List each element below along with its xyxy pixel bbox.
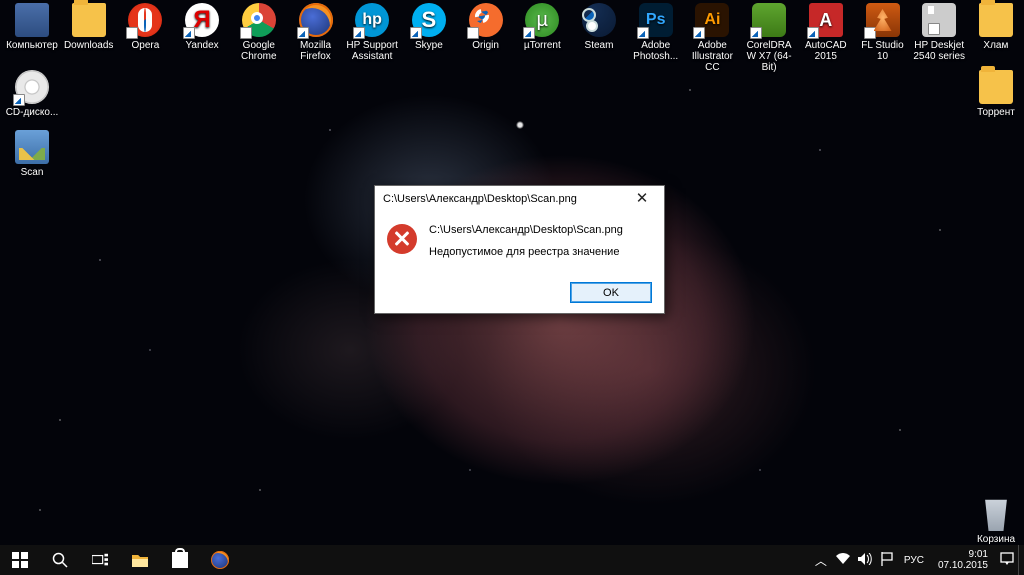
bin-icon	[979, 497, 1013, 531]
acad-icon: A	[809, 3, 843, 37]
taskbar: ︿ РУС 9:01 07.10.2015	[0, 545, 1024, 575]
folder-icon	[979, 3, 1013, 37]
desktop-icon-downloads[interactable]: Downloads	[62, 3, 116, 51]
desktop-icon-label: Компьютер	[5, 40, 59, 51]
desktop-icon-label: Adobe Illustrator CC	[685, 40, 739, 73]
desktop-icon-yandex[interactable]: Я Yandex	[175, 3, 229, 51]
desktop-icon-scan[interactable]: Scan	[5, 130, 59, 178]
desktop-icon-google-chrome[interactable]: Google Chrome	[232, 3, 286, 62]
desktop[interactable]: КомпьютерDownloadsOpera Я YandexGoogle Chr…	[0, 0, 1024, 575]
system-tray: ︿ РУС 9:01 07.10.2015	[810, 545, 1024, 575]
desktop-icon-label: Steam	[572, 40, 626, 51]
desktop-icon-корзина[interactable]: Корзина	[969, 497, 1023, 545]
cd-icon	[15, 70, 49, 104]
desktop-icon-hp-deskjet-2540-series[interactable]: HP Deskjet 2540 series	[912, 3, 966, 62]
desktop-icon-cd-диско-[interactable]: CD-диско...	[5, 70, 59, 118]
dialog-titlebar[interactable]: C:\Users\Александр\Desktop\Scan.png ✕	[375, 186, 664, 212]
desktop-icon-label: Opera	[118, 40, 172, 51]
taskbar-file-explorer[interactable]	[120, 545, 160, 575]
desktop-icon-label: HP Support Assistant	[345, 40, 399, 62]
fl-icon	[866, 3, 900, 37]
taskbar-firefox[interactable]	[200, 545, 240, 575]
desktop-icon-label: HP Deskjet 2540 series	[912, 40, 966, 62]
ut-icon: µ	[525, 3, 559, 37]
yandex-icon: Я	[185, 3, 219, 37]
folder-icon	[979, 70, 1013, 104]
desktop-icon-label: CD-диско...	[5, 107, 59, 118]
desktop-icon-label: Adobe Photosh...	[629, 40, 683, 62]
desktop-icon--torrent[interactable]: µ µTorrent	[515, 3, 569, 51]
tray-volume-icon[interactable]	[854, 553, 876, 568]
desktop-icon-opera[interactable]: Opera	[118, 3, 172, 51]
desktop-icon-adobe-illustrator-cc[interactable]: AiAdobe Illustrator CC	[685, 3, 739, 73]
tray-notifications-icon[interactable]	[996, 552, 1018, 569]
print-icon	[922, 3, 956, 37]
tray-clock[interactable]: 9:01 07.10.2015	[930, 549, 996, 571]
desktop-icon-label: CorelDRAW X7 (64-Bit)	[742, 40, 796, 73]
dialog-ok-button[interactable]: OK	[570, 282, 652, 303]
tray-show-hidden-icon[interactable]: ︿	[810, 552, 832, 569]
desktop-icon-label: Origin	[459, 40, 513, 51]
desktop-icon-label: Scan	[5, 167, 59, 178]
desktop-icon-компьютер[interactable]: Компьютер	[5, 3, 59, 51]
desktop-icon-skype[interactable]: S Skype	[402, 3, 456, 51]
desktop-icon-торрент[interactable]: Торрент	[969, 70, 1023, 118]
desktop-icon-label: Yandex	[175, 40, 229, 51]
desktop-icon-label: Mozilla Firefox	[289, 40, 343, 62]
taskbar-store[interactable]	[160, 545, 200, 575]
desktop-icon-label: Хлам	[969, 40, 1023, 51]
ff-icon	[299, 3, 333, 37]
task-view-button[interactable]	[80, 545, 120, 575]
origin-icon	[469, 3, 503, 37]
desktop-icon-label: AutoCAD 2015	[799, 40, 853, 62]
cdr-icon	[752, 3, 786, 37]
ai-icon: Ai	[695, 3, 729, 37]
tray-time: 9:01	[938, 549, 988, 560]
folder-icon	[72, 3, 106, 37]
dialog-message: C:\Users\Александр\Desktop\Scan.png Недо…	[429, 222, 652, 260]
desktop-icon-coreldraw-x7-64-bit-[interactable]: CorelDRAW X7 (64-Bit)	[742, 3, 796, 73]
dialog-close-button[interactable]: ✕	[622, 187, 662, 211]
start-button[interactable]	[0, 545, 40, 575]
tray-date: 07.10.2015	[938, 560, 988, 571]
dialog-message-line2: Недопустимое для реестра значение	[429, 244, 652, 260]
chrome-icon	[242, 3, 276, 37]
show-desktop-button[interactable]	[1018, 545, 1024, 575]
desktop-icon-steam[interactable]: Steam	[572, 3, 626, 51]
steam-icon	[582, 3, 616, 37]
desktop-icon-adobe-photosh-[interactable]: Ps Adobe Photosh...	[629, 3, 683, 62]
desktop-icon-хлам[interactable]: Хлам	[969, 3, 1023, 51]
dialog-title-text: C:\Users\Александр\Desktop\Scan.png	[383, 193, 622, 205]
opera-icon	[128, 3, 162, 37]
search-button[interactable]	[40, 545, 80, 575]
desktop-icon-label: FL Studio 10	[856, 40, 910, 62]
desktop-icon-label: Корзина	[969, 534, 1023, 545]
error-icon	[387, 224, 417, 254]
desktop-icon-mozilla-firefox[interactable]: Mozilla Firefox	[289, 3, 343, 62]
skype-icon: S	[412, 3, 446, 37]
desktop-icon-label: Skype	[402, 40, 456, 51]
tray-language[interactable]: РУС	[898, 555, 930, 566]
desktop-icon-origin[interactable]: Origin	[459, 3, 513, 51]
error-dialog: C:\Users\Александр\Desktop\Scan.png ✕ C:…	[374, 185, 665, 314]
desktop-icon-label: Торрент	[969, 107, 1023, 118]
desktop-icon-fl-studio-10[interactable]: FL Studio 10	[856, 3, 910, 62]
tray-flag-icon[interactable]	[876, 552, 898, 569]
desktop-icon-autocad-2015[interactable]: A AutoCAD 2015	[799, 3, 853, 62]
ps-icon: Ps	[639, 3, 673, 37]
dialog-message-line1: C:\Users\Александр\Desktop\Scan.png	[429, 222, 652, 238]
desktop-icon-hp-support-assistant[interactable]: hp HP Support Assistant	[345, 3, 399, 62]
pc-icon	[15, 3, 49, 37]
desktop-icon-label: Downloads	[62, 40, 116, 51]
hp-icon: hp	[355, 3, 389, 37]
tray-network-icon[interactable]	[832, 553, 854, 568]
desktop-icon-label: µTorrent	[515, 40, 569, 51]
desktop-icon-label: Google Chrome	[232, 40, 286, 62]
img-icon	[15, 130, 49, 164]
